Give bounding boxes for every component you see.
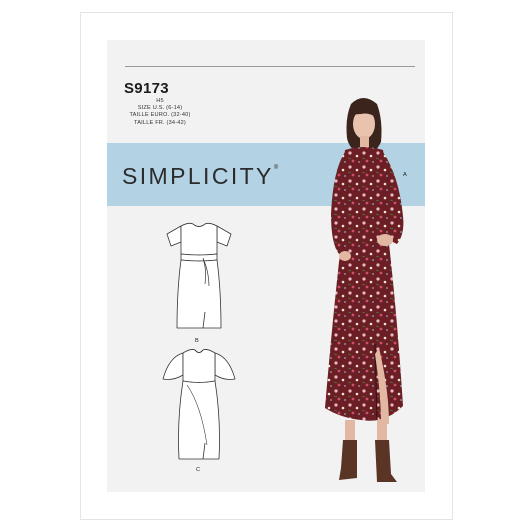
size-info: H5 SIZE U.S. (6-14) TAILLE EURO. (32-40)…	[125, 98, 195, 127]
size-code: H5	[156, 98, 164, 104]
view-label-c: C	[196, 467, 201, 473]
size-us: SIZE U.S. (6-14)	[137, 105, 183, 112]
brand-logo: SIMPLICITY®	[122, 163, 281, 189]
pattern-number: S9173	[124, 80, 169, 97]
size-fr: TAILLE FR. (34-42)	[134, 119, 186, 126]
top-divider	[125, 66, 415, 67]
dress-sketch-c-icon	[162, 349, 236, 460]
dress-sketch-b-icon	[166, 222, 232, 329]
pattern-envelope: S9173 H5 SIZE U.S. (6-14) TAILLE EURO. (…	[107, 40, 425, 492]
size-euro: TAILLE EURO. (32-40)	[129, 112, 191, 119]
model-photo	[325, 98, 404, 482]
view-label-b: B	[195, 338, 199, 344]
view-label-a: A	[403, 172, 407, 178]
